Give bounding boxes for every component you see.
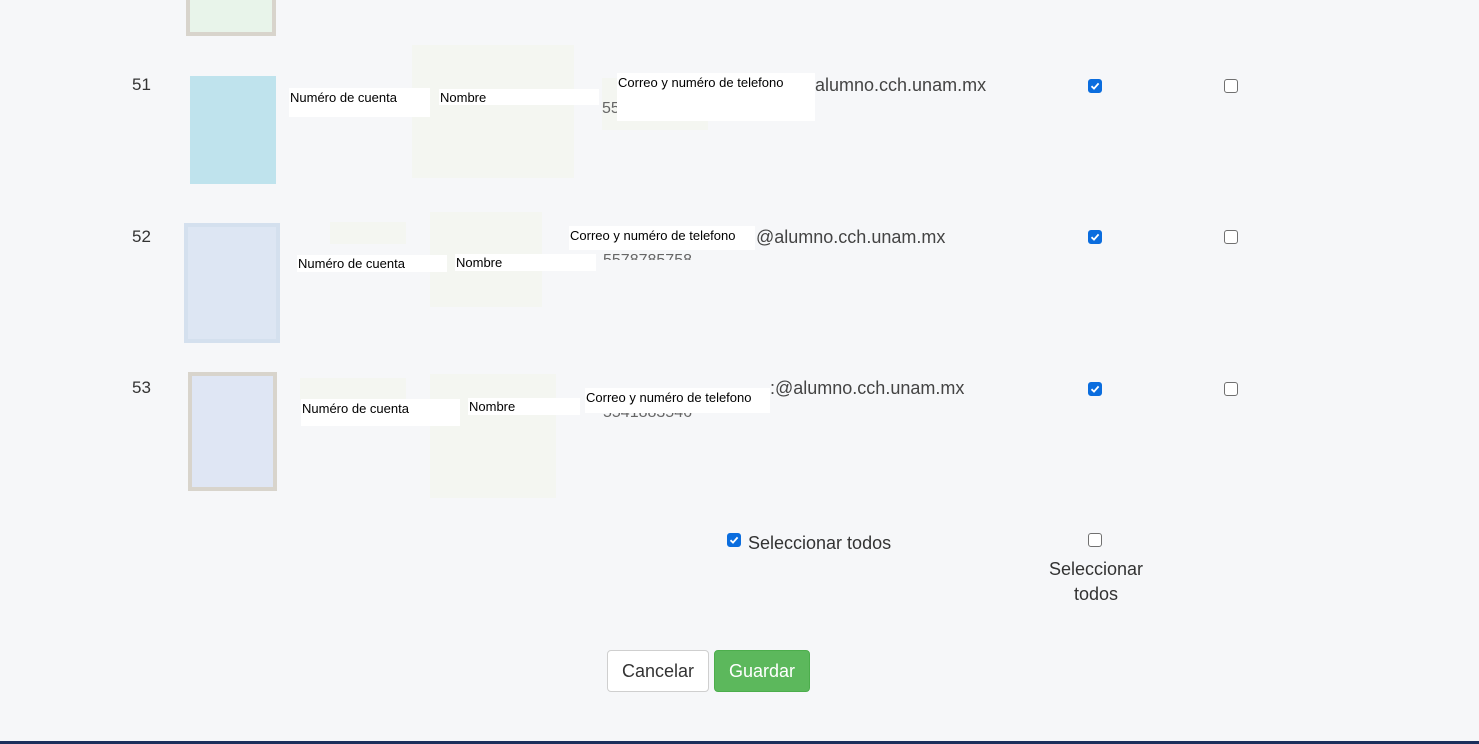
select-all-checkbox-col1[interactable] xyxy=(727,533,741,547)
select-all-label-col2[interactable]: Seleccionar todos xyxy=(1036,557,1156,607)
redacted-area xyxy=(430,374,556,498)
name-label: Nombre xyxy=(455,254,596,271)
select-all-label-col1[interactable]: Seleccionar todos xyxy=(748,533,891,554)
email-text: :@alumno.cch.unam.mx xyxy=(770,378,965,398)
contact-label: Correo y numéro de telefono xyxy=(569,226,755,250)
student-photo xyxy=(184,223,280,343)
redacted-area xyxy=(300,378,406,400)
row-number: 51 xyxy=(132,75,151,94)
row-checkbox-col2[interactable] xyxy=(1224,230,1238,244)
student-photo xyxy=(188,372,277,491)
row-checkbox-col1[interactable] xyxy=(1088,230,1102,244)
row-checkbox-col1[interactable] xyxy=(1088,79,1102,93)
select-all-label-line2: todos xyxy=(1073,584,1119,604)
name-label: Nombre xyxy=(468,398,580,415)
email-text: alumno.cch.unam.mx xyxy=(815,75,987,95)
student-photo xyxy=(190,76,276,184)
redacted-area xyxy=(412,45,574,178)
row-checkbox-col2[interactable] xyxy=(1224,79,1238,93)
select-all-checkbox-col2[interactable] xyxy=(1088,533,1102,547)
cancel-button[interactable]: Cancelar xyxy=(607,650,709,692)
row-number: 52 xyxy=(132,227,151,246)
phone-fragment: 5578785758 xyxy=(603,250,703,260)
save-button[interactable]: Guardar xyxy=(714,650,810,692)
account-number-label: Numéro de cuenta xyxy=(289,88,430,117)
select-all-label-line1: Seleccionar xyxy=(1048,559,1144,579)
account-number-label: Numéro de cuenta xyxy=(301,399,460,426)
student-photo-partial xyxy=(186,0,276,36)
row-number: 53 xyxy=(132,378,151,397)
contact-label: Correo y numéro de telefono xyxy=(617,73,815,121)
account-number-label: Numéro de cuenta xyxy=(297,255,447,272)
row-checkbox-col2[interactable] xyxy=(1224,382,1238,396)
email-text: @alumno.cch.unam.mx xyxy=(756,227,946,247)
row-checkbox-col1[interactable] xyxy=(1088,382,1102,396)
name-label: Nombre xyxy=(439,89,599,105)
contact-label: Correo y numéro de telefono xyxy=(585,388,770,413)
redacted-area xyxy=(330,222,406,244)
